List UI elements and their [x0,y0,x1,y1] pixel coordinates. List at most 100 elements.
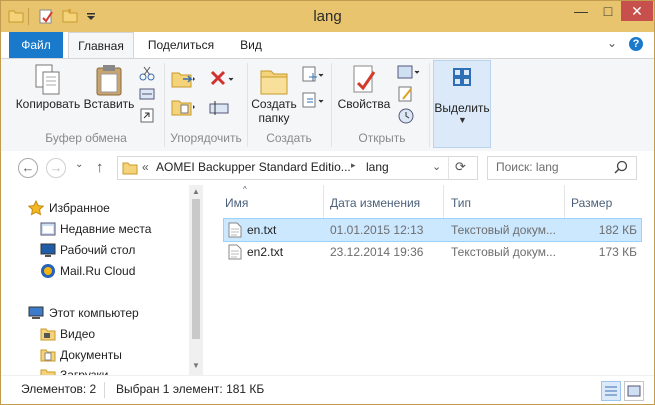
new-folder-icon [260,70,288,95]
documents-label: Документы [60,348,122,362]
file-date: 23.12.2014 19:36 [330,245,424,259]
table-row[interactable]: en.txt 01.01.2015 12:13 Текстовый докум.… [223,218,642,242]
select-label: Выделить [434,101,490,115]
tab-share[interactable]: Поделиться [141,32,221,58]
minimize-button[interactable]: — [567,1,595,21]
ribbon: Копировать Вставить Буфер обмена Упорядо… [1,58,654,152]
paste-icon [96,65,122,96]
tab-home[interactable]: Главная [68,32,134,59]
file-date: 01.01.2015 12:13 [330,223,424,237]
new-folder-button[interactable]: Создать папку [251,63,297,125]
video-folder-icon [40,328,56,341]
recent-locations-arrow-icon[interactable]: ⌄ [75,159,83,170]
sidebar-item-this-pc[interactable]: Этот компьютер [1,303,171,323]
table-row[interactable]: en2.txt 23.12.2014 19:36 Текстовый докум… [223,240,642,264]
details-view-button[interactable] [601,381,621,401]
downloads-label: Загрузки [60,368,109,375]
breadcrumb-overflow[interactable]: « [142,160,149,174]
ribbon-collapse-chevron[interactable]: ⌄ [605,37,619,51]
select-dropdown-arrow-icon: ▼ [458,115,467,125]
refresh-icon[interactable]: ⟳ [455,159,466,175]
details-view-icon [605,386,617,396]
close-button[interactable]: ✕ [621,1,653,21]
text-file-icon [228,244,242,260]
search-box[interactable]: Поиск: lang [487,156,637,180]
easy-access-icon[interactable] [301,91,325,111]
file-size: 173 КБ [598,245,637,259]
sidebar-item-mailru-cloud[interactable]: Mail.Ru Cloud [1,261,171,281]
properties-button[interactable]: Свойства [337,63,391,111]
column-header-date[interactable]: Дата изменения [330,193,420,213]
column-divider[interactable] [443,185,444,219]
sidebar-scrollbar[interactable]: ▲ ▼ [189,185,203,375]
copy-path-icon[interactable] [139,86,155,102]
search-icon[interactable] [614,160,628,174]
move-to-icon[interactable] [171,69,197,89]
help-icon[interactable]: ? [629,37,643,51]
cut-icon[interactable] [139,65,155,81]
column-divider[interactable] [564,185,565,219]
column-header-name[interactable]: Имя [225,193,248,213]
column-divider[interactable] [323,185,324,219]
select-all-icon [453,68,471,86]
paste-shortcut-icon[interactable] [139,107,155,123]
scroll-up-icon[interactable]: ▲ [192,187,200,196]
sidebar-item-videos[interactable]: Видео [1,324,171,344]
tab-file[interactable]: Файл [9,32,63,58]
rename-icon[interactable] [209,99,229,117]
item-count: Элементов: 2 [21,382,97,396]
select-button[interactable]: Выделить ▼ [433,60,491,148]
new-folder-label-line1: Создать [251,97,297,111]
back-button[interactable]: ← [18,158,38,178]
navigation-pane: Избранное Недавние места Рабочий стол Ma… [1,185,203,375]
status-bar: Элементов: 2 Выбран 1 элемент: 181 КБ [1,375,654,404]
properties-label: Свойства [337,97,391,111]
delete-icon[interactable] [209,69,235,89]
downloads-folder-icon [40,369,56,375]
videos-label: Видео [60,327,96,341]
sidebar-item-downloads[interactable]: Загрузки [1,365,171,375]
text-file-icon [228,222,242,238]
navigation-bar: ← → ⌄ ↑ « AOMEI Backupper Standard Editi… [1,151,654,185]
star-icon [28,200,44,216]
sidebar-item-desktop[interactable]: Рабочий стол [1,240,171,260]
column-header-size[interactable]: Размер [571,193,612,213]
forward-button[interactable]: → [46,158,66,178]
computer-icon [28,306,44,319]
paste-button[interactable]: Вставить [83,63,135,111]
large-icons-view-button[interactable] [624,381,644,401]
sidebar-item-recent-places[interactable]: Недавние места [1,219,171,239]
scroll-down-icon[interactable]: ▼ [192,361,200,370]
explorer-window: lang — □ ✕ Файл Главная Поделиться Вид ⌄… [0,0,655,405]
tab-view[interactable]: Вид [231,32,271,58]
breadcrumb-item-aomei[interactable]: AOMEI Backupper Standard Editio... [156,160,351,174]
file-type: Текстовый докум... [451,223,556,237]
copy-to-icon[interactable] [171,97,197,117]
large-icons-view-icon [627,385,641,397]
favorites-label: Избранное [49,201,110,215]
ribbon-separator [331,63,332,147]
up-button[interactable]: ↑ [96,159,104,176]
breadcrumb-item-lang[interactable]: lang [366,160,389,174]
sidebar-item-documents[interactable]: Документы [1,345,171,365]
breadcrumb-arrow-icon[interactable]: ▸ [351,160,356,171]
column-header-type[interactable]: Тип [451,193,471,213]
open-group-label: Открыть [358,131,406,145]
address-divider [448,157,449,179]
history-icon[interactable] [397,107,415,125]
scroll-thumb[interactable] [192,199,200,339]
documents-folder-icon [40,349,56,362]
open-icon[interactable] [397,63,421,81]
address-dropdown-icon[interactable]: ⌄ [432,160,441,173]
maximize-button[interactable]: □ [595,1,621,21]
edit-icon[interactable] [397,85,415,103]
copy-label: Копировать [15,97,81,111]
sidebar-item-favorites[interactable]: Избранное [1,198,171,218]
folder-icon [122,162,138,175]
new-item-icon[interactable] [301,65,325,85]
copy-button[interactable]: Копировать [15,63,81,111]
file-name: en2.txt [247,245,284,259]
this-pc-label: Этот компьютер [49,306,139,320]
address-bar[interactable]: « AOMEI Backupper Standard Editio... ▸ l… [117,156,478,180]
ribbon-separator [164,63,165,147]
